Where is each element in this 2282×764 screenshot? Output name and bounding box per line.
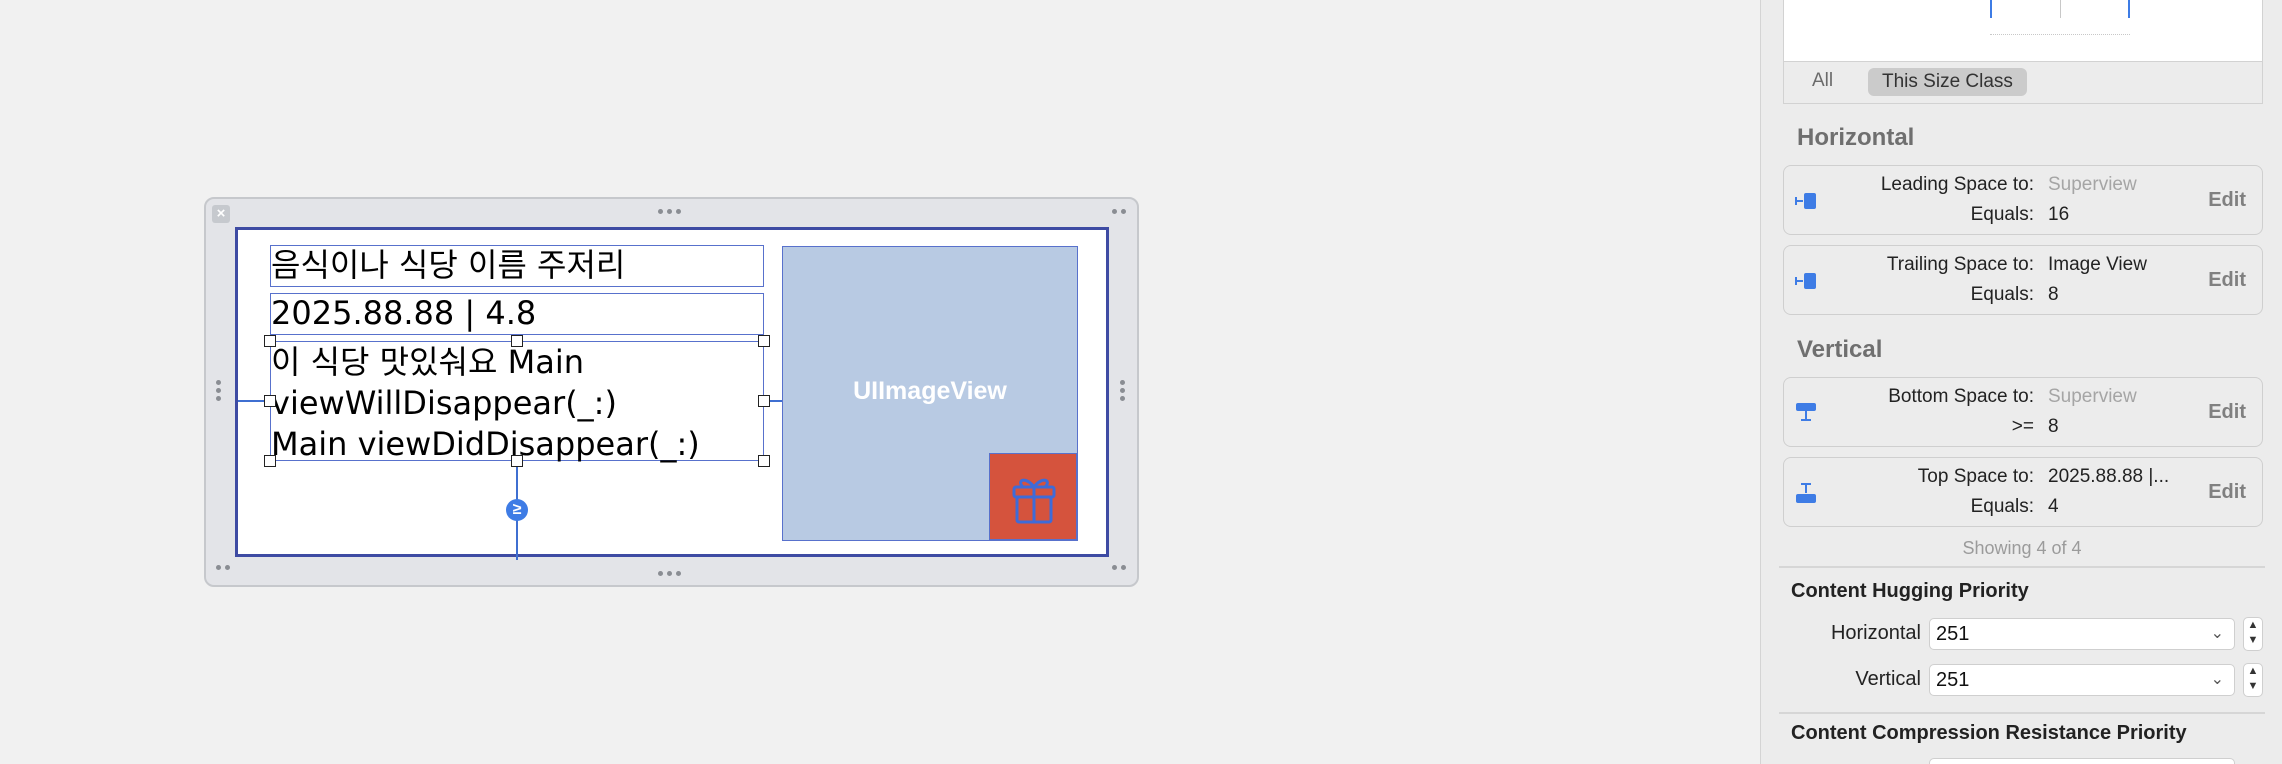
resize-handle-top[interactable] [658, 209, 681, 215]
trailing-constraint-line[interactable] [770, 400, 782, 402]
horizontal-heading: Horizontal [1797, 124, 1915, 151]
constraint-key: Bottom Space to: [1888, 386, 2034, 407]
filter-all-button[interactable]: All [1812, 70, 1833, 92]
constraint-relation: Equals: [1970, 284, 2034, 305]
hugging-vertical-value: 251 [1936, 669, 1970, 691]
leading-constraint-line[interactable] [238, 400, 264, 402]
constraint-key: Top Space to: [1917, 466, 2034, 487]
compression-resistance-heading: Content Compression Resistance Priority [1791, 722, 2187, 744]
constraint-top[interactable]: Top Space to: 2025.88.88 |... Equals: 4 … [1783, 457, 2263, 527]
constraint-relation: >= [2011, 416, 2034, 437]
review-body-label[interactable]: 이 식당 맛있숴요 Main viewWillDisappear(_:) Mai… [270, 341, 764, 463]
hugging-horizontal-label: Horizontal [1830, 622, 1921, 644]
filter-this-size-class-button[interactable]: This Size Class [1868, 68, 2027, 96]
vertical-heading: Vertical [1797, 336, 1883, 363]
image-view-label: UIImageView [853, 377, 1007, 405]
constraint-target: Image View [2048, 254, 2147, 275]
hugging-horizontal-select[interactable]: 251 ⌄ [1929, 618, 2235, 650]
edit-button[interactable]: Edit [2208, 269, 2246, 292]
selection-handle[interactable] [758, 335, 770, 347]
resize-handle-bottom-right[interactable] [1112, 565, 1126, 571]
interface-builder-canvas[interactable]: × 음식이나 식당 이름 주저리 2025.88.88 | 4.8 이 식당 맛… [0, 0, 1760, 764]
constraint-preview [1783, 0, 2263, 62]
table-cell-content-view[interactable]: 음식이나 식당 이름 주저리 2025.88.88 | 4.8 이 식당 맛있숴… [235, 227, 1109, 560]
divider [1779, 566, 2265, 568]
constraint-relation: Equals: [1970, 496, 2034, 517]
title-label[interactable]: 음식이나 식당 이름 주저리 [270, 245, 764, 287]
hugging-vertical-stepper[interactable]: ▲ ▼ [2243, 663, 2263, 697]
constraint-target: Superview [2048, 174, 2137, 195]
constraint-target: 2025.88.88 |... [2048, 466, 2170, 487]
trailing-space-icon [1795, 273, 1816, 289]
image-view[interactable]: UIImageView [782, 246, 1078, 541]
hugging-vertical-label: Vertical [1855, 668, 1921, 690]
date-rating-label[interactable]: 2025.88.88 | 4.8 [270, 293, 764, 335]
compression-horizontal-select[interactable] [1929, 758, 2235, 764]
resize-handle-left[interactable] [216, 377, 222, 404]
constraints-count: Showing 4 of 4 [1962, 538, 2082, 558]
close-icon[interactable]: × [212, 205, 230, 223]
edit-button[interactable]: Edit [2208, 189, 2246, 212]
divider [1779, 712, 2265, 714]
constraint-constant: 16 [2048, 204, 2070, 225]
constraint-constant: 4 [2048, 496, 2059, 517]
selection-handle[interactable] [758, 395, 770, 407]
top-space-icon [1796, 483, 1816, 503]
constraint-target: Superview [2048, 386, 2137, 407]
hugging-vertical-select[interactable]: 251 ⌄ [1929, 664, 2235, 696]
table-view-cell-scene[interactable]: × 음식이나 식당 이름 주저리 2025.88.88 | 4.8 이 식당 맛… [204, 197, 1139, 587]
constraint-constant: 8 [2048, 416, 2059, 437]
selection-handle[interactable] [264, 335, 276, 347]
constraint-key: Trailing Space to: [1886, 254, 2034, 275]
resize-handle-bottom-left[interactable] [216, 565, 230, 571]
gift-button[interactable] [989, 453, 1077, 540]
edit-button[interactable]: Edit [2208, 481, 2246, 504]
constraint-key: Leading Space to: [1880, 174, 2034, 195]
chevron-down-icon: ⌄ [2210, 625, 2224, 642]
selection-handle[interactable] [511, 335, 523, 347]
edit-button[interactable]: Edit [2208, 401, 2246, 424]
constraint-bottom[interactable]: Bottom Space to: Superview >= 8 Edit [1783, 377, 2263, 447]
selection-handle[interactable] [511, 455, 523, 467]
selection-handle[interactable] [264, 395, 276, 407]
hugging-horizontal-stepper[interactable]: ▲ ▼ [2243, 617, 2263, 651]
resize-handle-bottom[interactable] [658, 571, 681, 577]
bottom-space-icon [1796, 403, 1816, 421]
constraint-constant: 8 [2048, 284, 2059, 305]
constraint-trailing[interactable]: Trailing Space to: Image View Equals: 8 … [1783, 245, 2263, 315]
size-inspector-panel: All This Size Class Horizontal Leading S… [1760, 0, 2282, 764]
size-class-filter: All This Size Class [1783, 62, 2263, 104]
selection-handle[interactable] [758, 455, 770, 467]
constraint-relation: Equals: [1970, 204, 2034, 225]
leading-space-icon [1795, 193, 1816, 209]
resize-handle-top-right[interactable] [1112, 209, 1126, 215]
content-hugging-heading: Content Hugging Priority [1791, 580, 2029, 602]
greater-equal-badge[interactable]: ≥ [506, 499, 528, 521]
resize-handle-right[interactable] [1120, 377, 1126, 404]
hugging-horizontal-value: 251 [1936, 623, 1970, 645]
constraint-leading[interactable]: Leading Space to: Superview Equals: 16 E… [1783, 165, 2263, 235]
gift-icon [1012, 478, 1056, 524]
selection-handle[interactable] [264, 455, 276, 467]
chevron-down-icon: ⌄ [2210, 671, 2224, 688]
